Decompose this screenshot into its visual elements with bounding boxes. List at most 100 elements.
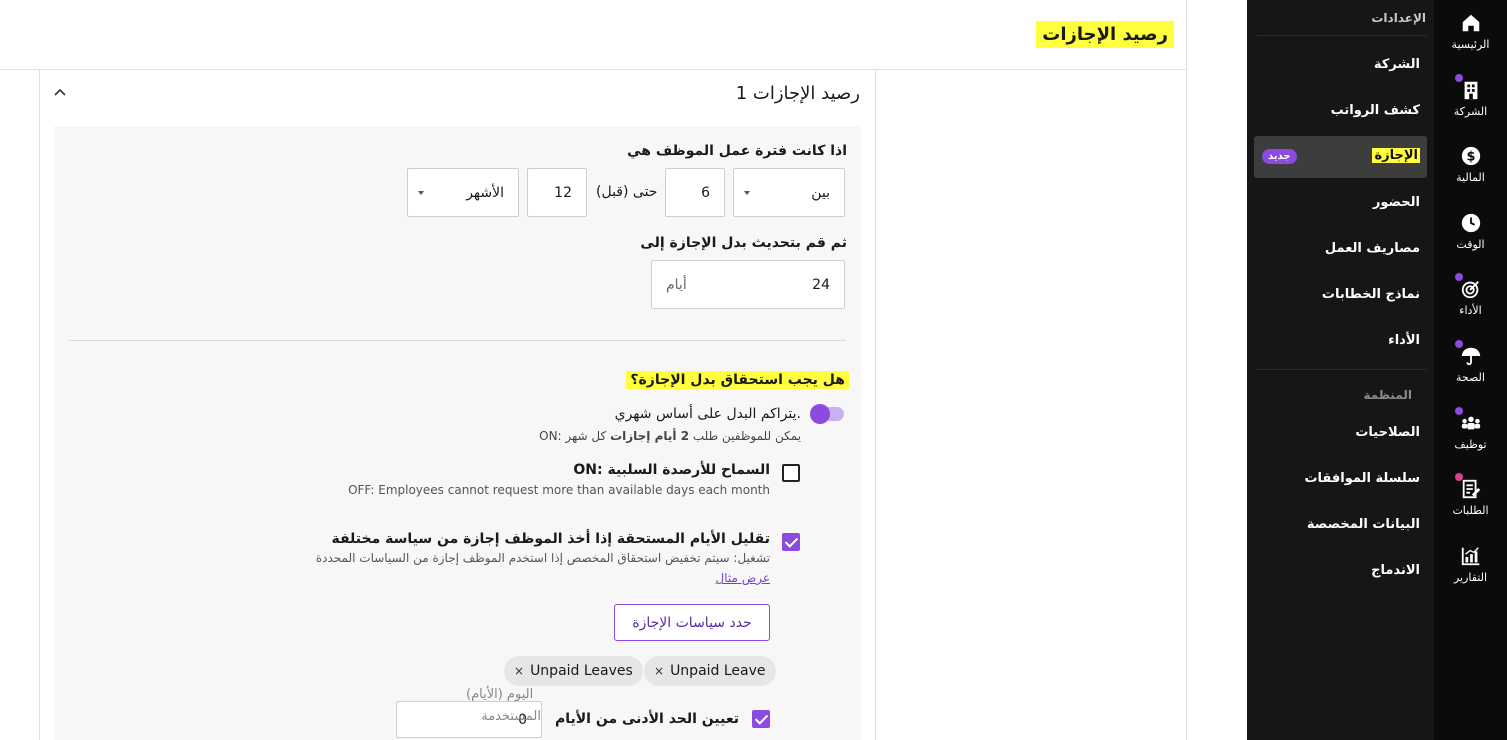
days-input[interactable]: 24 أيام bbox=[651, 260, 845, 309]
people-icon bbox=[1461, 416, 1480, 430]
monthly-accrual-toggle[interactable] bbox=[810, 404, 844, 424]
sidebar-item-label: الإجازة bbox=[1372, 148, 1420, 163]
card-title: رصيد الإجازات 1 bbox=[735, 83, 860, 104]
document-edit-icon bbox=[1462, 479, 1480, 499]
notification-dot bbox=[1455, 407, 1463, 415]
notification-dot bbox=[1455, 74, 1463, 82]
period-label: اذا كانت فترة عمل الموظف هي bbox=[627, 143, 847, 159]
rail-item-hiring[interactable]: توظيف bbox=[1434, 400, 1507, 460]
min-days-hint: اليوم (الأيام) bbox=[466, 687, 534, 702]
new-badge: جديد bbox=[1262, 149, 1297, 164]
rail-label: الصحة bbox=[1456, 371, 1485, 384]
remove-chip-icon[interactable]: × bbox=[514, 664, 524, 678]
reduce-days-desc: تشغيل: سيتم تخفيض استحقاق المخصص إذا است… bbox=[315, 551, 770, 565]
sidebar-section-title: الإعدادات bbox=[1371, 11, 1426, 25]
rail-item-reports[interactable]: التقارير bbox=[1434, 533, 1507, 593]
policy-chip: × Unpaid Leaves bbox=[504, 656, 643, 686]
sidebar-item-expenses[interactable]: مصاريف العمل bbox=[1325, 241, 1420, 256]
to-months-input[interactable]: 12 bbox=[527, 168, 587, 217]
sidebar-item-approval-chain[interactable]: سلسلة الموافقات bbox=[1304, 471, 1420, 486]
chart-icon bbox=[1461, 547, 1479, 566]
rail-item-finance[interactable]: $ المالية bbox=[1434, 133, 1507, 193]
chip-label: Unpaid Leave bbox=[670, 663, 766, 679]
define-leave-policies-button[interactable]: حدد سياسات الإجازة bbox=[614, 604, 770, 641]
clock-icon bbox=[1461, 213, 1480, 233]
negative-balance-checkbox[interactable] bbox=[782, 464, 800, 482]
condition-select[interactable]: بين bbox=[733, 168, 845, 217]
svg-text:$: $ bbox=[1466, 150, 1475, 165]
rail-item-requests[interactable]: الطلبات bbox=[1434, 466, 1507, 526]
rail-item-performance[interactable]: الأداء bbox=[1434, 266, 1507, 326]
min-days-hint: المستخدمة bbox=[481, 709, 541, 724]
page-title: رصيد الإجازات bbox=[1036, 21, 1174, 48]
desc-part: كل شهر bbox=[565, 429, 607, 443]
show-example-link[interactable]: عرض مثال bbox=[715, 571, 770, 585]
rail-label: الأداء bbox=[1459, 304, 1482, 317]
sidebar-item-leave[interactable]: الإجازة جديد bbox=[1254, 136, 1427, 178]
sidebar-item-payroll[interactable]: كشف الرواتب bbox=[1331, 103, 1420, 118]
unit-select-value: الأشهر bbox=[466, 184, 504, 201]
negative-balance-label: ON: السماح للأرصدة السلبية bbox=[573, 462, 770, 478]
dollar-icon: $ bbox=[1461, 146, 1480, 166]
accrual-question: هل يجب استحقاق بدل الإجازة؟ bbox=[626, 371, 849, 389]
notification-dot bbox=[1455, 340, 1463, 348]
chevron-up-icon[interactable] bbox=[52, 85, 68, 101]
chevron-down-icon bbox=[418, 190, 424, 195]
monthly-accrual-desc: ON: يمكن للموظفين طلب 2 أيام إجازات كل ش… bbox=[539, 429, 801, 443]
main-content: رصيد الإجازات رصيد الإجازات 1 اذا كانت ف… bbox=[0, 0, 1187, 740]
unit-select[interactable]: الأشهر bbox=[407, 168, 519, 217]
settings-sidebar: الإعدادات الشركة كشف الرواتب الإجازة جدي… bbox=[1247, 0, 1434, 740]
rail-label: الرئيسية bbox=[1451, 38, 1490, 51]
toggle-knob bbox=[810, 404, 830, 424]
sidebar-item-integrations[interactable]: الاندماج bbox=[1371, 563, 1420, 578]
monthly-accrual-label: يتراكم البدل على أساس شهري. bbox=[614, 406, 801, 422]
remove-chip-icon[interactable]: × bbox=[654, 664, 664, 678]
policy-chip: × Unpaid Leave bbox=[644, 656, 776, 686]
umbrella-icon bbox=[1461, 347, 1480, 366]
leave-balance-card: رصيد الإجازات 1 اذا كانت فترة عمل الموظف… bbox=[39, 70, 876, 740]
days-unit: أيام bbox=[666, 276, 687, 293]
notification-dot bbox=[1455, 273, 1463, 281]
rail-item-time[interactable]: الوقت bbox=[1434, 200, 1507, 260]
from-months-input[interactable]: 6 bbox=[665, 168, 725, 217]
reduce-days-checkbox[interactable] bbox=[782, 533, 800, 551]
sidebar-item-custom-data[interactable]: البيانات المخصصة bbox=[1307, 517, 1420, 532]
reduce-days-label: تقليل الأيام المستحقة إذا أخذ الموظف إجا… bbox=[331, 531, 770, 547]
home-icon bbox=[1462, 14, 1479, 32]
rail-label: المالية bbox=[1456, 171, 1485, 184]
notification-dot bbox=[1455, 473, 1463, 481]
update-label: ثم قم بتحديث بدل الإجازة إلى bbox=[640, 235, 847, 251]
rail-label: توظيف bbox=[1454, 438, 1487, 451]
rail-item-company[interactable]: الشركة bbox=[1434, 67, 1507, 127]
min-days-label: تعيين الحد الأدنى من الأيام bbox=[554, 711, 739, 727]
min-days-checkbox[interactable] bbox=[752, 710, 770, 728]
min-days-input[interactable]: 0 المستخدمة bbox=[396, 701, 542, 738]
days-value: 24 bbox=[812, 276, 830, 293]
condition-select-value: بين bbox=[811, 184, 830, 201]
sidebar-item-attendance[interactable]: الحضور bbox=[1373, 195, 1420, 210]
sidebar-item-company[interactable]: الشركة bbox=[1374, 57, 1420, 72]
rail-label: الطلبات bbox=[1452, 504, 1489, 517]
rail-item-health[interactable]: الصحة bbox=[1434, 333, 1507, 393]
to-months-value: 12 bbox=[554, 184, 572, 201]
sidebar-item-permissions[interactable]: الصلاحيات bbox=[1355, 425, 1420, 440]
negative-balance-desc: OFF: Employees cannot request more than … bbox=[348, 483, 770, 497]
sidebar-item-performance[interactable]: الأداء bbox=[1388, 333, 1420, 348]
rail-label: الوقت bbox=[1456, 238, 1485, 251]
icon-rail: الرئيسية الشركة $ المالية الوقت الأداء ا… bbox=[1434, 0, 1507, 740]
rail-label: التقارير bbox=[1453, 571, 1488, 584]
building-icon bbox=[1464, 81, 1477, 100]
divider bbox=[69, 340, 846, 341]
card-body: اذا كانت فترة عمل الموظف هي بين 6 حتى (ق… bbox=[54, 126, 861, 740]
from-months-value: 6 bbox=[701, 184, 710, 201]
rail-item-home[interactable]: الرئيسية bbox=[1434, 0, 1507, 60]
sidebar-item-letter-templates[interactable]: نماذج الخطابات bbox=[1322, 287, 1420, 302]
chip-label: Unpaid Leaves bbox=[530, 663, 633, 679]
divider bbox=[1257, 369, 1427, 370]
chevron-down-icon bbox=[744, 190, 750, 195]
sidebar-section-title: المنظمة bbox=[1363, 388, 1412, 402]
divider bbox=[1257, 35, 1427, 36]
target-icon bbox=[1461, 281, 1479, 299]
rail-label: الشركة bbox=[1453, 105, 1488, 118]
desc-bold: 2 أيام إجازات bbox=[610, 429, 690, 443]
